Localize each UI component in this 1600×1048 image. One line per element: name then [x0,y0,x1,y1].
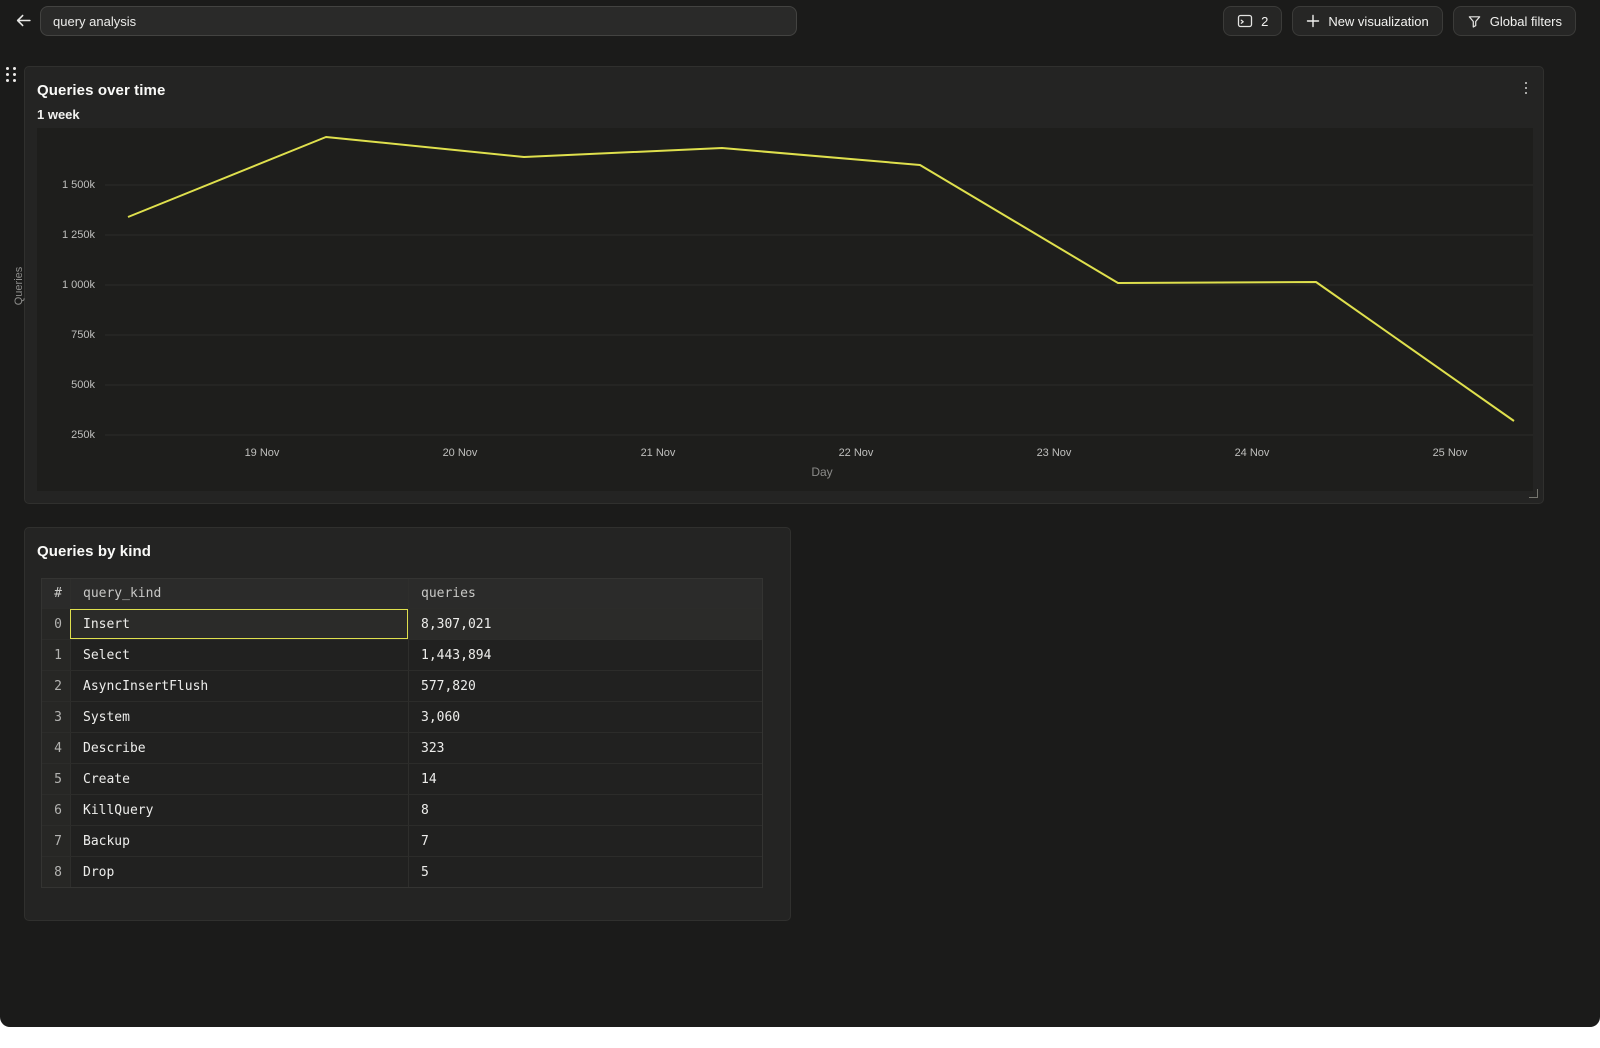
x-tick-label: 20 Nov [420,446,500,460]
query-kind-cell[interactable]: Describe [70,733,408,763]
dashboard-page: 2 New visualization Global filters [0,0,1600,1027]
query-kind-cell[interactable]: Backup [70,826,408,856]
table-row[interactable]: 6KillQuery8 [42,794,762,825]
queries-value-cell[interactable]: 8,307,021 [408,609,762,639]
x-tick-label: 21 Nov [618,446,698,460]
row-index-cell[interactable]: 4 [42,733,70,763]
queries-by-kind-panel: Queries by kind # query_kind queries 0In… [24,527,791,921]
chart-options-kebab-icon[interactable] [1515,77,1537,99]
topbar-actions: 2 New visualization Global filters [1223,6,1576,36]
table-header-row: # query_kind queries [42,579,762,608]
chart-panel-title: Queries over time [37,82,165,99]
queries-over-time-panel: Queries over time 1 week Queries Day 1 5… [24,66,1544,504]
x-tick-label: 23 Nov [1014,446,1094,460]
row-index-cell[interactable]: 1 [42,640,70,670]
query-kind-cell[interactable]: System [70,702,408,732]
x-tick-label: 24 Nov [1212,446,1292,460]
row-index-cell[interactable]: 0 [42,609,70,639]
queries-value-cell[interactable]: 7 [408,826,762,856]
y-tick-label: 250k [37,428,95,442]
queries-value-cell[interactable]: 5 [408,857,762,887]
new-visualization-button[interactable]: New visualization [1292,6,1442,36]
chart-panel-subtitle: 1 week [37,107,80,122]
queries-value-cell[interactable]: 577,820 [408,671,762,701]
query-kind-cell[interactable]: Drop [70,857,408,887]
back-button[interactable] [10,9,36,35]
global-filters-label: Global filters [1490,14,1562,29]
query-tabs-button[interactable]: 2 [1223,6,1282,36]
column-header-query-kind[interactable]: query_kind [70,579,408,608]
column-header-queries[interactable]: queries [408,579,762,608]
new-visualization-label: New visualization [1328,14,1428,29]
row-index-cell[interactable]: 6 [42,795,70,825]
panel-resize-handle[interactable] [1529,489,1538,498]
query-kind-cell[interactable]: Create [70,764,408,794]
query-kind-cell[interactable]: AsyncInsertFlush [70,671,408,701]
column-header-index[interactable]: # [42,579,70,608]
table-row[interactable]: 4Describe323 [42,732,762,763]
panel-drag-handle[interactable] [6,67,20,87]
row-index-cell[interactable]: 5 [42,764,70,794]
queries-value-cell[interactable]: 1,443,894 [408,640,762,670]
queries-line-chart[interactable] [37,128,1533,491]
query-kind-cell[interactable]: Insert [70,609,408,639]
x-tick-label: 25 Nov [1410,446,1490,460]
chart-canvas[interactable]: Queries Day 1 500k1 250k1 000k750k500k25… [37,128,1533,491]
query-kind-cell[interactable]: KillQuery [70,795,408,825]
y-tick-label: 1 000k [37,278,95,292]
row-index-cell[interactable]: 7 [42,826,70,856]
y-tick-label: 750k [37,328,95,342]
queries-value-cell[interactable]: 3,060 [408,702,762,732]
global-filters-button[interactable]: Global filters [1453,6,1576,36]
plus-icon [1306,14,1320,28]
query-tabs-count: 2 [1261,14,1268,29]
queries-value-cell[interactable]: 8 [408,795,762,825]
table-row[interactable]: 8Drop5 [42,856,762,887]
row-index-cell[interactable]: 2 [42,671,70,701]
table-row[interactable]: 0Insert8,307,021 [42,608,762,639]
query-kind-cell[interactable]: Select [70,640,408,670]
x-tick-label: 19 Nov [222,446,302,460]
queries-value-cell[interactable]: 14 [408,764,762,794]
y-tick-label: 500k [37,378,95,392]
x-tick-label: 22 Nov [816,446,896,460]
dashboard-title-input[interactable] [40,6,797,36]
table-body: 0Insert8,307,0211Select1,443,8942AsyncIn… [42,608,762,887]
filter-funnel-icon [1467,14,1482,29]
queries-by-kind-table: # query_kind queries 0Insert8,307,0211Se… [41,578,763,888]
y-tick-label: 1 500k [37,178,95,192]
topbar: 2 New visualization Global filters [0,0,1600,42]
back-arrow-icon [15,12,32,32]
table-row[interactable]: 3System3,060 [42,701,762,732]
console-icon [1237,13,1253,29]
row-index-cell[interactable]: 8 [42,857,70,887]
y-tick-label: 1 250k [37,228,95,242]
table-row[interactable]: 1Select1,443,894 [42,639,762,670]
table-panel-title: Queries by kind [37,543,151,560]
table-row[interactable]: 5Create14 [42,763,762,794]
queries-value-cell[interactable]: 323 [408,733,762,763]
queries-series-line [128,137,1514,421]
row-index-cell[interactable]: 3 [42,702,70,732]
table-row[interactable]: 2AsyncInsertFlush577,820 [42,670,762,701]
table-row[interactable]: 7Backup7 [42,825,762,856]
